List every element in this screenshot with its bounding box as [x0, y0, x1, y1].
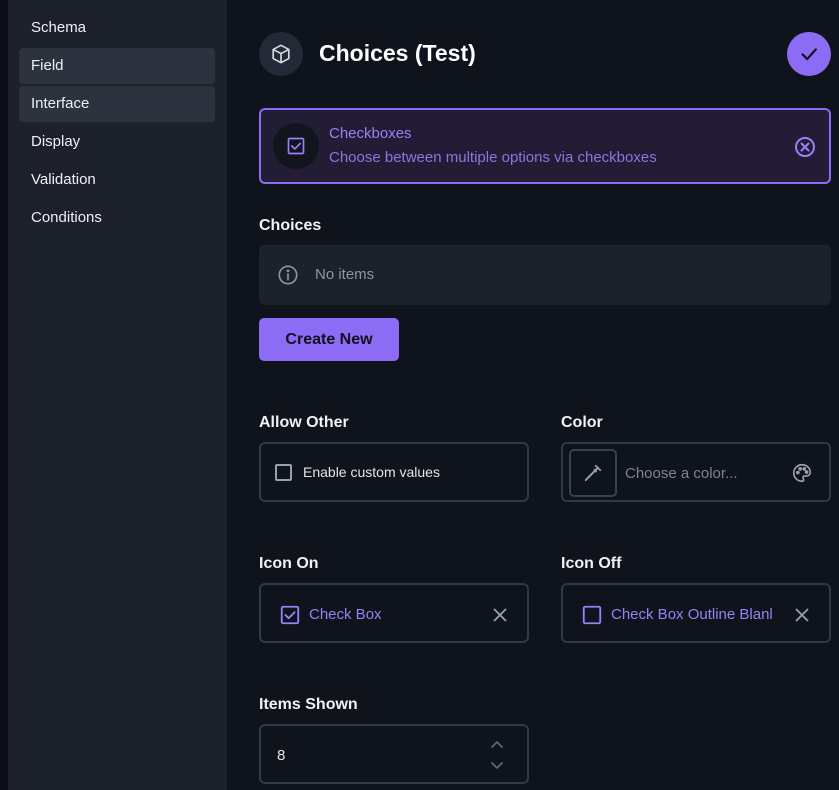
interface-icon-wrap: [273, 123, 319, 169]
sidebar: Schema Field Interface Display Validatio…: [8, 0, 227, 790]
clear-icon-on-icon[interactable]: [489, 604, 511, 626]
stepper-arrows-icon[interactable]: [489, 739, 505, 771]
sidebar-item-schema[interactable]: Schema: [19, 10, 215, 46]
checkbox-checked-icon: [287, 137, 305, 155]
icon-on-value: Check Box: [309, 606, 382, 623]
color-input-placeholder: Choose a color...: [625, 465, 738, 482]
icon-on-label: Icon On: [259, 555, 319, 572]
color-picker-button[interactable]: [569, 449, 617, 497]
checkbox-blank-icon: [582, 605, 602, 625]
palette-icon[interactable]: [791, 462, 813, 484]
create-new-button[interactable]: Create New: [259, 318, 399, 361]
sidebar-item-display[interactable]: Display: [19, 124, 215, 160]
sidebar-item-conditions[interactable]: Conditions: [19, 200, 215, 236]
allow-other-label: Allow Other: [259, 414, 349, 431]
main-panel: Choices (Test) Checkboxes Choose between…: [227, 0, 839, 790]
icon-off-value: Check Box Outline Blanl: [611, 606, 773, 623]
clear-icon-off-icon[interactable]: [791, 604, 813, 626]
eyedropper-icon: [584, 464, 602, 482]
color-label: Color: [561, 414, 603, 431]
sidebar-item-interface[interactable]: Interface: [19, 86, 215, 122]
icon-on-field[interactable]: Check Box: [259, 583, 529, 643]
page-title: Choices (Test): [319, 40, 476, 66]
items-shown-input[interactable]: 8: [259, 724, 529, 784]
checkbox-checked-icon: [280, 605, 300, 625]
save-button[interactable]: [787, 32, 831, 76]
header-icon: [259, 32, 303, 76]
items-shown-label: Items Shown: [259, 696, 358, 713]
sidebar-item-validation[interactable]: Validation: [19, 162, 215, 198]
allow-other-field[interactable]: Enable custom values: [259, 442, 529, 502]
sidebar-item-field[interactable]: Field: [19, 48, 215, 84]
interface-card[interactable]: Checkboxes Choose between multiple optio…: [259, 108, 831, 184]
cube-icon: [272, 44, 290, 64]
interface-name: Checkboxes: [329, 125, 412, 142]
info-icon: [278, 265, 298, 285]
check-icon: [801, 48, 817, 61]
interface-description: Choose between multiple options via chec…: [329, 149, 657, 166]
icon-off-field[interactable]: Check Box Outline Blanl: [561, 583, 831, 643]
allow-other-checkbox-label: Enable custom values: [303, 464, 440, 480]
choices-empty-text: No items: [315, 266, 375, 283]
icon-off-label: Icon Off: [561, 555, 622, 572]
clear-interface-icon[interactable]: [793, 135, 817, 159]
choices-label: Choices: [259, 217, 322, 234]
color-field[interactable]: Choose a color...: [561, 442, 831, 502]
allow-other-checkbox[interactable]: [275, 464, 292, 481]
items-shown-value: 8: [277, 747, 286, 764]
window-edge: [0, 0, 8, 790]
choices-empty-notice: No items: [259, 245, 831, 305]
